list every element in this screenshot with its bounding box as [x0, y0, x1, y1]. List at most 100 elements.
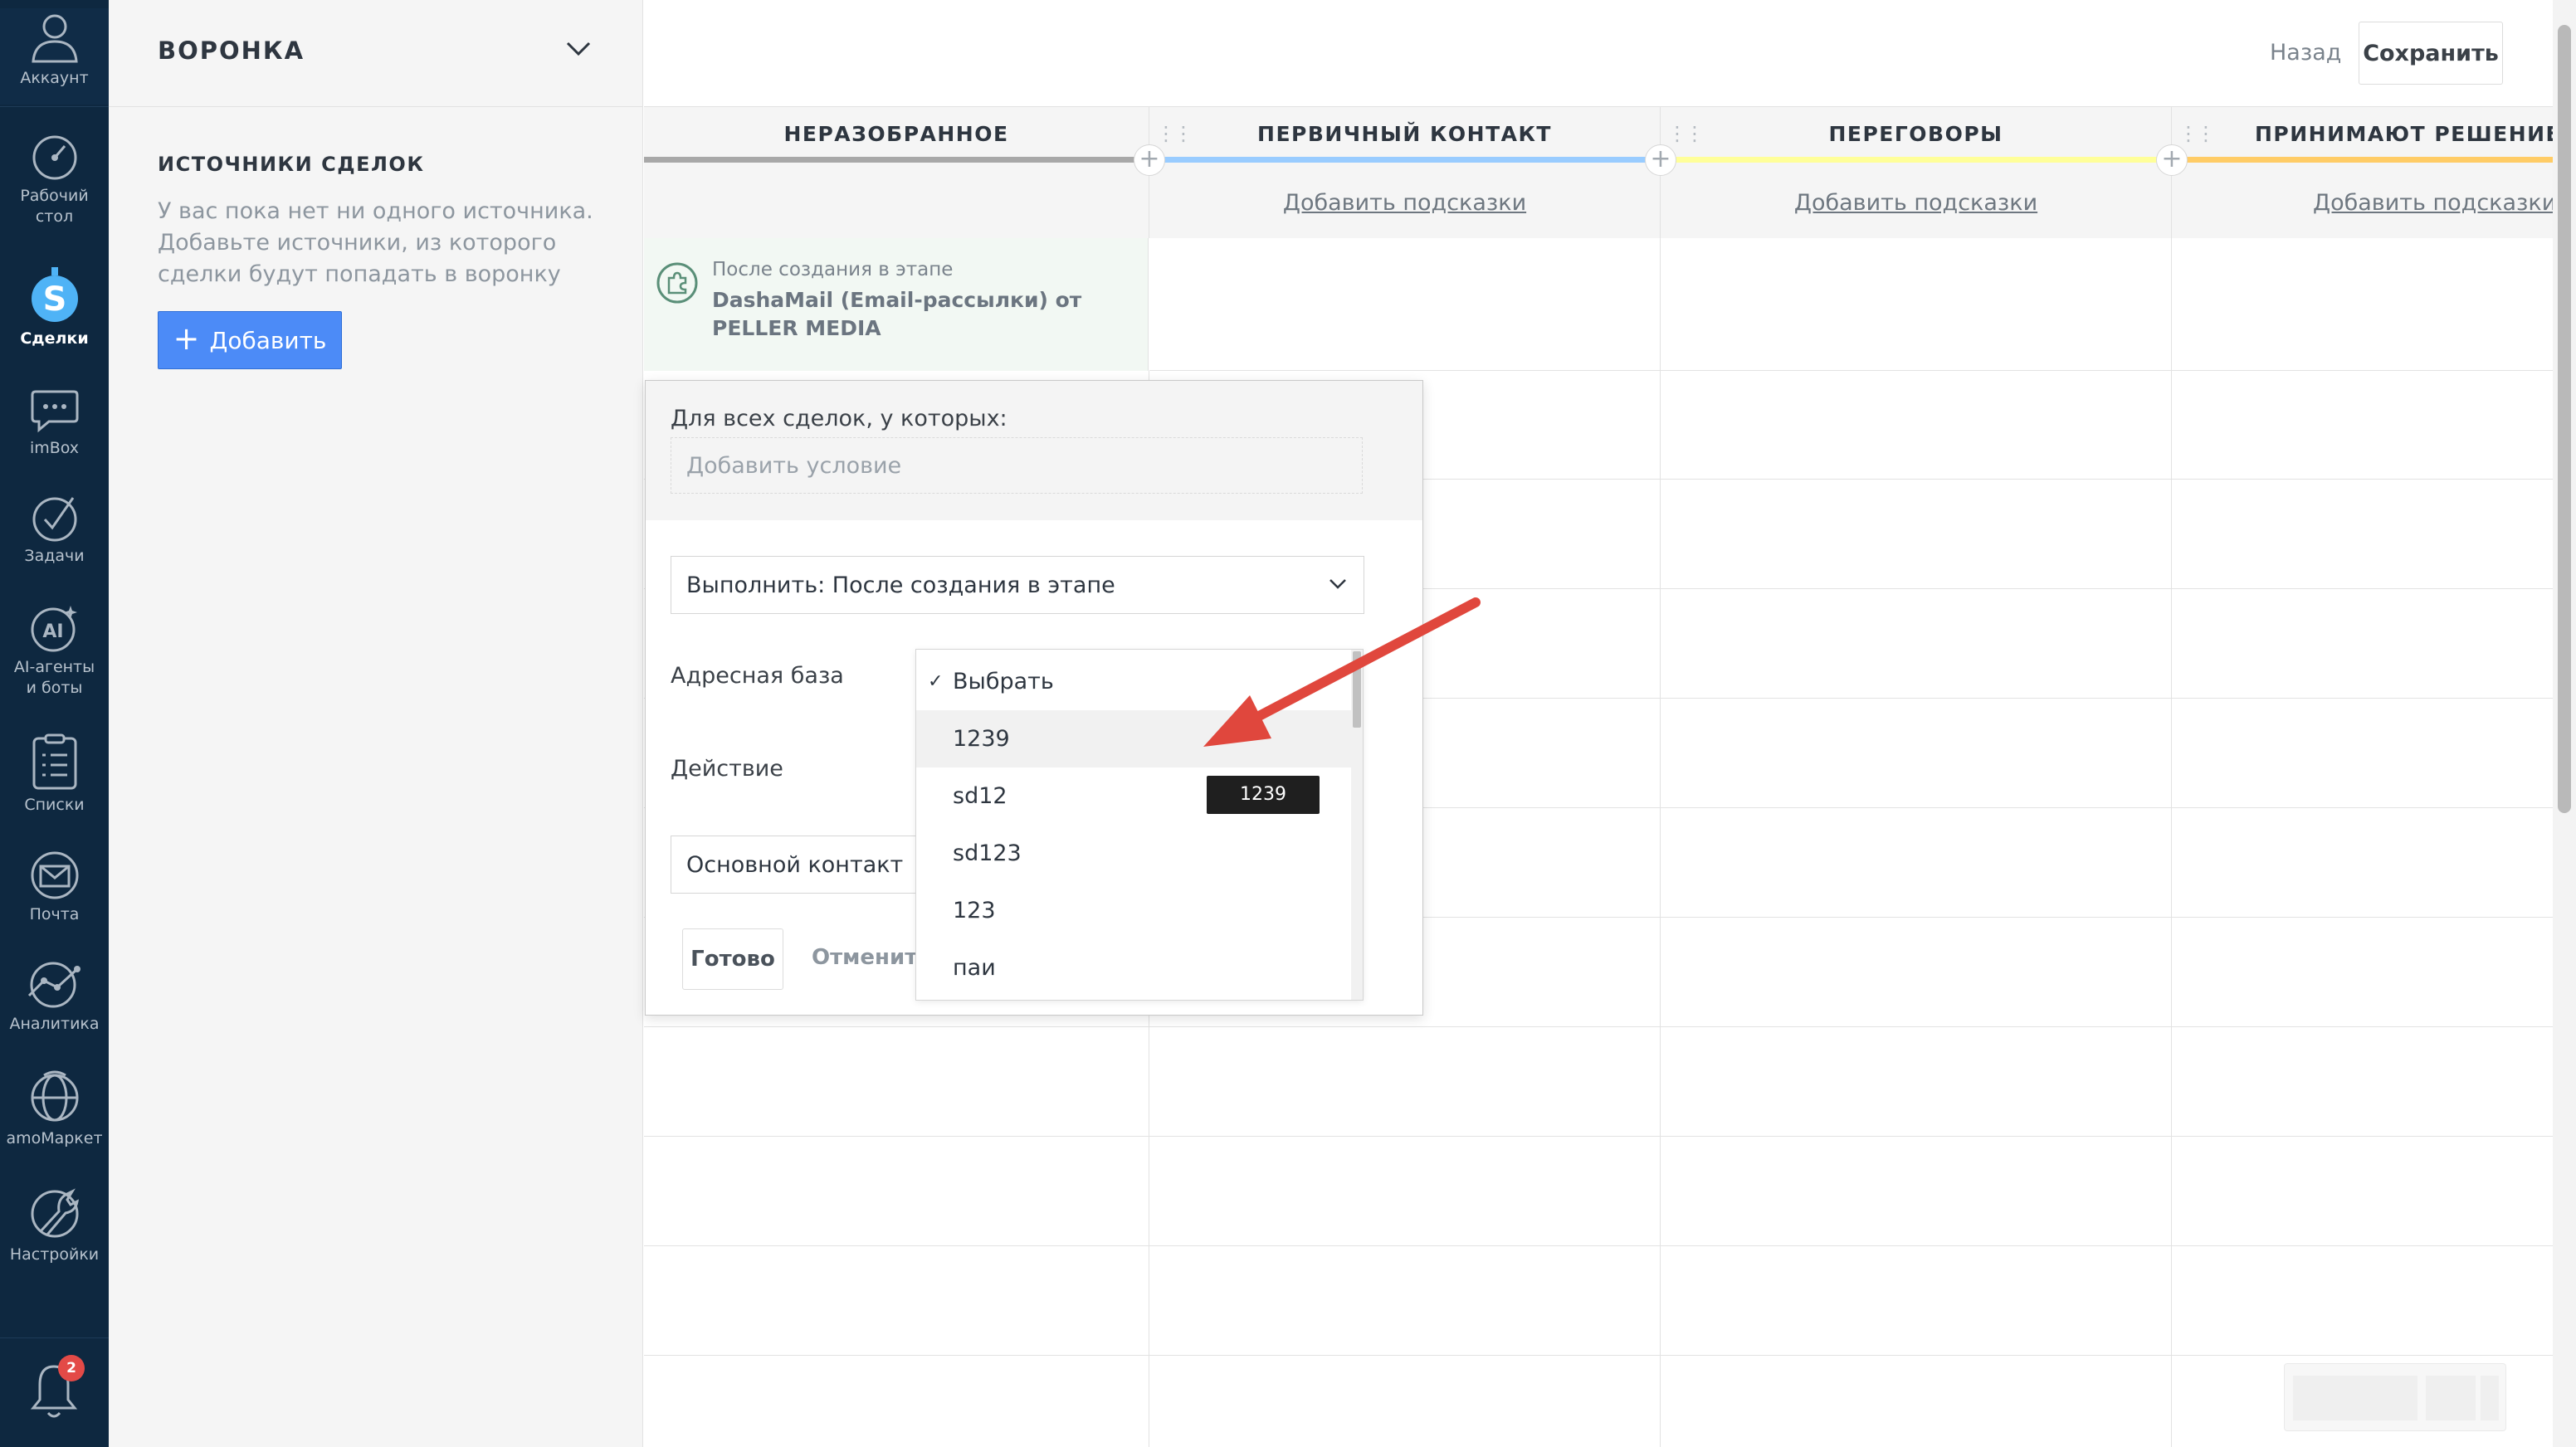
- add-condition-field[interactable]: Добавить условие: [671, 437, 1363, 494]
- sources-description: У вас пока нет ни одного источника. Доба…: [158, 198, 593, 287]
- analytics-icon: [27, 962, 80, 1008]
- annotation-arrow-icon: [1203, 597, 1481, 747]
- add-stage-button[interactable]: +: [1645, 144, 1676, 176]
- nav-label-line1: Рабочий: [20, 187, 89, 205]
- add-hints-link[interactable]: Добавить подсказки: [2313, 190, 2553, 216]
- nav-item-deals[interactable]: S Сделки: [0, 267, 109, 349]
- nav-item-ai-agents[interactable]: AI AI-агенты и боты: [0, 602, 109, 699]
- grid-cell[interactable]: [1149, 1027, 1661, 1137]
- nav-item-imbox[interactable]: imBox: [0, 385, 109, 459]
- grid-cell[interactable]: [1661, 1356, 2172, 1447]
- nav-label-line1: Задачи: [24, 547, 85, 565]
- grid-cell[interactable]: [2172, 918, 2553, 1027]
- column-color-bar: [644, 157, 1149, 163]
- funnel-header[interactable]: ВОРОНКА: [109, 0, 643, 107]
- nav-account[interactable]: Аккаунт: [0, 8, 109, 105]
- grid-cell[interactable]: [2172, 371, 2553, 480]
- grid-cell[interactable]: [2172, 808, 2553, 918]
- grid-cell[interactable]: [2172, 1246, 2553, 1356]
- grid-cell[interactable]: [644, 1246, 1149, 1356]
- add-stage-button[interactable]: +: [1134, 144, 1165, 176]
- column-title: ПРИНИМАЮТ РЕШЕНИЕ: [2255, 122, 2553, 146]
- grid-cell[interactable]: [2172, 238, 2553, 371]
- notifications-button[interactable]: [0, 1337, 109, 1447]
- execute-value: Выполнить: После создания в этапе: [686, 572, 1115, 598]
- nav-label-line1: imBox: [29, 439, 80, 457]
- add-source-label: Добавить: [209, 326, 327, 354]
- dropdown-option[interactable]: 123: [916, 882, 1353, 939]
- grid-cell[interactable]: [644, 1356, 1149, 1447]
- grid-cell[interactable]: [2172, 589, 2553, 699]
- loading-placeholder: [2284, 1363, 2506, 1431]
- grid-cell[interactable]: [2172, 480, 2553, 589]
- nav-item-tasks[interactable]: Задачи: [0, 493, 109, 567]
- trigger-card[interactable]: После создания в этапе DashaMail (Email-…: [644, 238, 1149, 371]
- back-link[interactable]: Назад: [2270, 40, 2341, 66]
- nav-item-lists[interactable]: Списки: [0, 733, 109, 816]
- deals-icon: S: [31, 267, 78, 322]
- grid-cell[interactable]: [644, 1027, 1149, 1137]
- notifications-badge: 2: [58, 1355, 85, 1381]
- nav-label-line1: AI-агенты: [13, 658, 95, 676]
- add-hints-link[interactable]: Добавить подсказки: [1149, 190, 1660, 216]
- nav-item-market[interactable]: amoМаркет: [0, 1067, 109, 1149]
- column-title: ПЕРЕГОВОРЫ: [1828, 122, 2003, 146]
- grid-cell[interactable]: [2172, 699, 2553, 808]
- nav-label-line1: Аналитика: [9, 1015, 100, 1033]
- svg-text:S: S: [42, 280, 66, 319]
- nav-label-line1: Списки: [24, 796, 85, 814]
- contact-select[interactable]: Основной контакт: [671, 836, 920, 894]
- column-title: НЕРАЗОБРАННОЕ: [783, 122, 1009, 146]
- settings-icon: [31, 1188, 79, 1238]
- grid-cell[interactable]: [2172, 1137, 2553, 1246]
- nav-label-line2: стол: [35, 207, 74, 226]
- funnel-sidebar: ВОРОНКА ИСТОЧНИКИ СДЕЛОК У вас пока нет …: [109, 0, 643, 1447]
- column-color-bar: [1661, 157, 2171, 163]
- funnel-title: ВОРОНКА: [158, 37, 305, 65]
- save-button[interactable]: Сохранить: [2359, 22, 2503, 85]
- option-tooltip: 1239: [1207, 776, 1320, 814]
- grid-cell[interactable]: [1661, 480, 2172, 589]
- trigger-label: После создания в этапе: [712, 259, 954, 280]
- dropdown-option[interactable]: паи: [916, 939, 1353, 996]
- puzzle-icon: [656, 262, 698, 304]
- nav-item-settings[interactable]: Настройки: [0, 1183, 109, 1265]
- page-scroll-thumb[interactable]: [2558, 25, 2571, 813]
- add-source-button[interactable]: + Добавить: [158, 311, 342, 369]
- cancel-button[interactable]: Отменить: [812, 945, 931, 970]
- grid-cell[interactable]: [1661, 238, 2172, 371]
- grid-cell[interactable]: [1149, 1356, 1661, 1447]
- checkmark-icon: ✓: [928, 671, 944, 692]
- column-title: ПЕРВИЧНЫЙ КОНТАКТ: [1257, 122, 1552, 146]
- drag-handle-icon[interactable]: ⋮⋮: [2178, 122, 2216, 145]
- grid-cell[interactable]: [1149, 1246, 1661, 1356]
- nav-divider: [0, 106, 109, 107]
- nav-item-mail[interactable]: Почта: [0, 850, 109, 925]
- grid-cell[interactable]: [1661, 371, 2172, 480]
- svg-text:AI: AI: [42, 621, 63, 642]
- grid-cell[interactable]: [1149, 1137, 1661, 1246]
- grid-cell[interactable]: [1661, 918, 2172, 1027]
- grid-cell[interactable]: [644, 1137, 1149, 1246]
- grid-cell[interactable]: [1661, 589, 2172, 699]
- nav-label-line1: Почта: [29, 905, 80, 923]
- grid-cell[interactable]: [1149, 238, 1661, 371]
- add-stage-button[interactable]: +: [2156, 144, 2188, 176]
- grid-cell[interactable]: [1661, 1137, 2172, 1246]
- nav-item-dashboard[interactable]: Рабочий стол: [0, 133, 109, 227]
- grid-cell[interactable]: [1661, 808, 2172, 918]
- chevron-down-icon[interactable]: [566, 41, 591, 56]
- nav-item-analytics[interactable]: Аналитика: [0, 959, 109, 1035]
- add-hints-link[interactable]: Добавить подсказки: [1661, 190, 2171, 216]
- column-color-bar: [2172, 157, 2553, 163]
- grid-cell[interactable]: [1661, 1246, 2172, 1356]
- done-button[interactable]: Готово: [682, 928, 783, 990]
- nav-label-line2: и боты: [26, 679, 83, 697]
- mail-icon: [31, 851, 78, 899]
- chat-icon: [31, 390, 78, 433]
- grid-cell[interactable]: [1661, 1027, 2172, 1137]
- dropdown-option[interactable]: sd123: [916, 825, 1353, 882]
- market-icon: [31, 1070, 78, 1122]
- grid-cell[interactable]: [1661, 699, 2172, 808]
- grid-cell[interactable]: [2172, 1027, 2553, 1137]
